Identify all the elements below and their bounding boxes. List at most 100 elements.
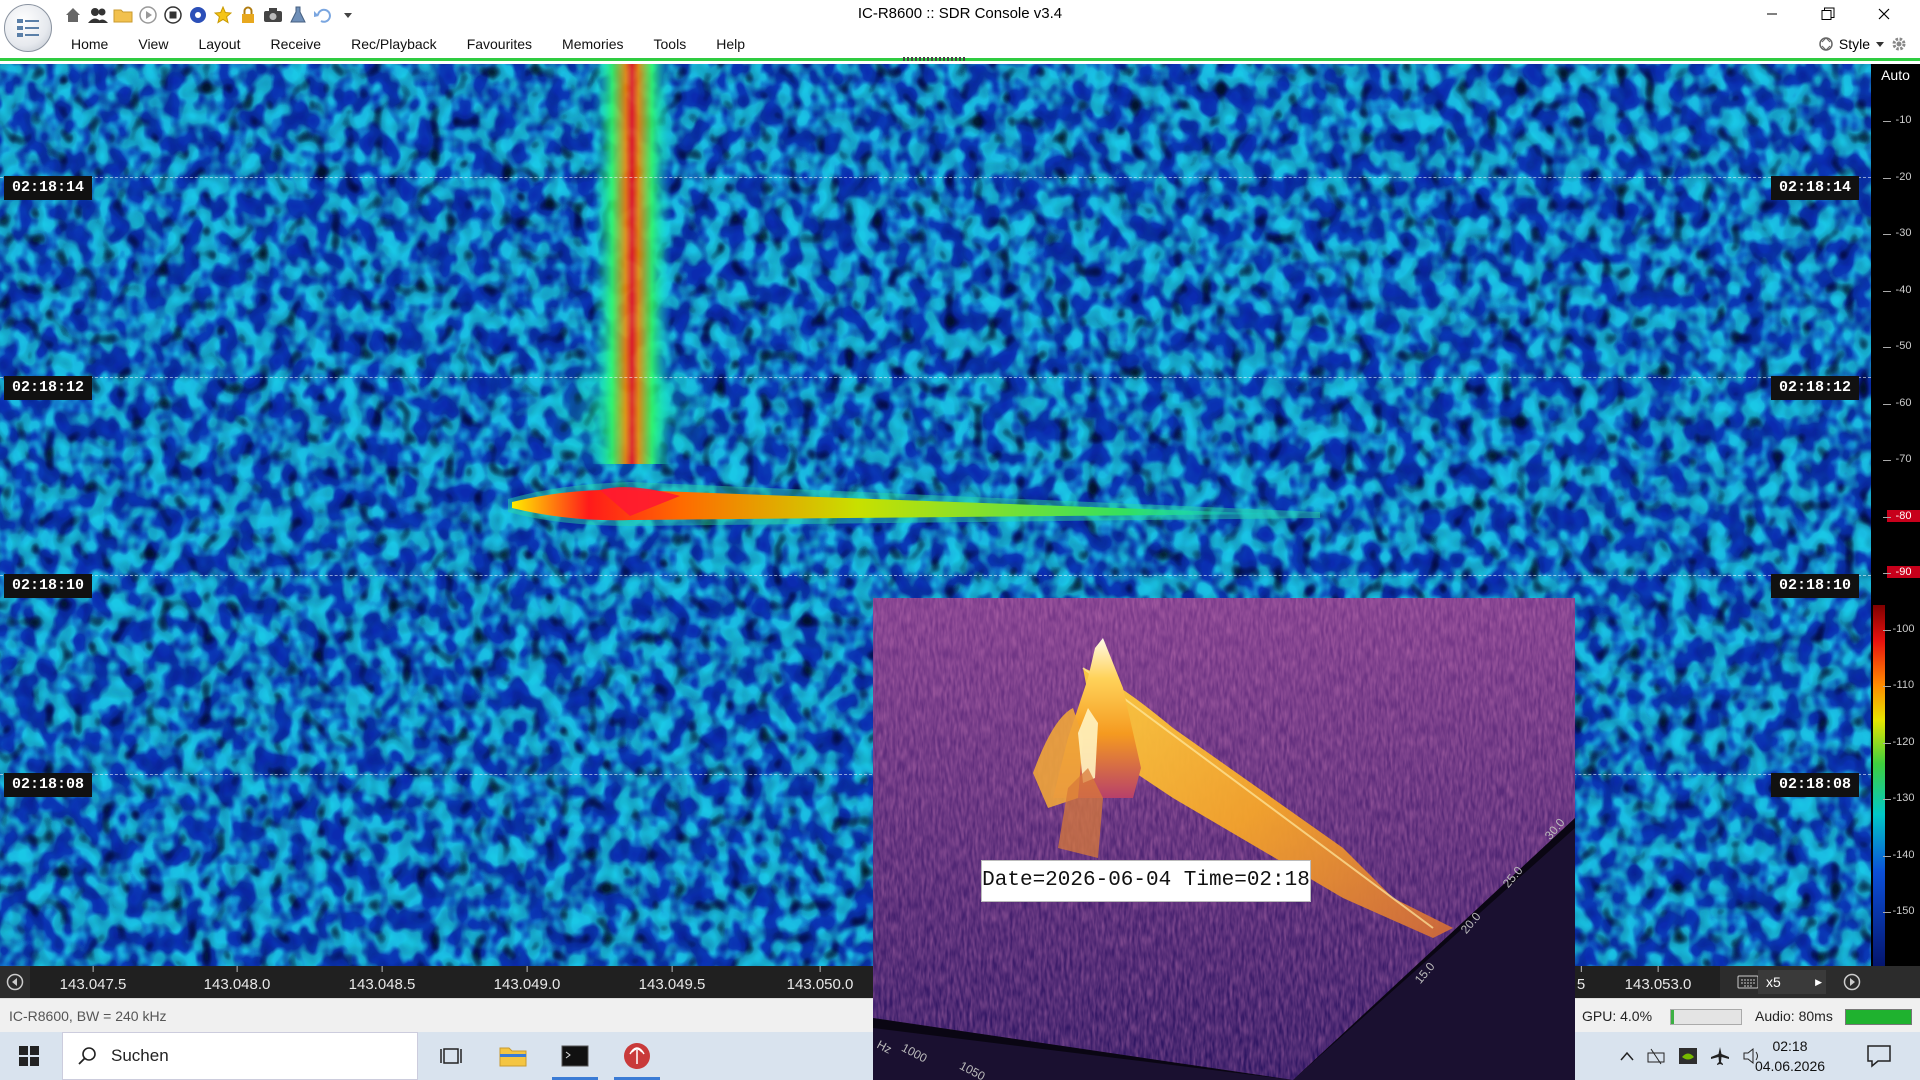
time-label-right: 02:18:08 — [1771, 773, 1860, 797]
folder-icon — [499, 1047, 527, 1067]
time-label-left: 02:18:08 — [4, 773, 93, 797]
scale-tick-label: -60 — [1883, 397, 1920, 409]
nvidia-icon[interactable] — [1678, 1047, 1698, 1065]
level-scale[interactable]: Auto -10 -20 -30 -40 -50 -60 -70 -80 -90 -100 -110… — [1871, 64, 1920, 966]
scale-tick-label: -50 — [1883, 340, 1920, 352]
frequency-tick-label: 143.047.5 — [59, 966, 127, 993]
frequency-tick-label: 143.049.5 — [638, 966, 706, 993]
menu-favourites[interactable]: Favourites — [452, 30, 547, 58]
menu-help[interactable]: Help — [701, 30, 760, 58]
span-select[interactable]: x5 — [1758, 970, 1826, 994]
scroll-right-button[interactable] — [1840, 970, 1864, 994]
quick-access-toolbar — [62, 3, 359, 27]
time-label-left: 02:18:10 — [4, 574, 93, 598]
airplane-icon[interactable] — [1710, 1046, 1730, 1066]
minimize-button[interactable] — [1744, 0, 1800, 28]
scale-tick-label: -90 — [1883, 566, 1920, 578]
terminal-icon — [561, 1045, 589, 1067]
audio-meter-fill — [1846, 1010, 1911, 1024]
search-placeholder: Suchen — [111, 1046, 169, 1065]
frequency-tick-label: 5 — [1576, 966, 1586, 993]
file-explorer-button[interactable] — [484, 1032, 542, 1080]
menu-receive[interactable]: Receive — [256, 30, 337, 58]
time-label-left: 02:18:12 — [4, 376, 93, 400]
scale-tick-label: -80 — [1883, 509, 1920, 522]
scale-tick-label: -10 — [1883, 114, 1920, 126]
start-button[interactable] — [0, 1032, 58, 1080]
task-view-icon — [440, 1048, 462, 1064]
style-label: Style — [1838, 36, 1870, 52]
restore-button[interactable] — [1800, 0, 1856, 28]
audio-status: Audio: 80ms — [1755, 1008, 1833, 1024]
terminal-button[interactable] — [546, 1032, 604, 1080]
scale-tick-label: -130 — [1883, 792, 1920, 804]
radio-status: IC-R8600, BW = 240 kHz — [9, 1008, 167, 1024]
scale-tick-label: -110 — [1883, 679, 1920, 691]
sdr-console-button[interactable] — [608, 1032, 666, 1080]
menu-tools[interactable]: Tools — [639, 30, 702, 58]
camera-icon[interactable] — [262, 4, 284, 26]
taskbar-search[interactable]: Suchen — [62, 1032, 418, 1080]
auto-scale-button[interactable]: Auto — [1871, 64, 1920, 86]
close-button[interactable] — [1856, 0, 1912, 28]
arrow-left-icon — [6, 973, 24, 991]
taskbar-clock[interactable]: 02:18 04.06.2026 — [1750, 1036, 1830, 1076]
play-icon[interactable] — [137, 4, 159, 26]
time-label-left: 02:18:14 — [4, 176, 93, 200]
scroll-left-button[interactable] — [3, 970, 27, 994]
frequency-tick-label: 143.049.0 — [493, 966, 561, 993]
search-icon — [78, 1047, 96, 1065]
frequency-tick-label: 143.053.0 — [1624, 966, 1692, 993]
style-menu[interactable]: Style — [1819, 33, 1908, 55]
undo-icon[interactable] — [312, 4, 334, 26]
scale-tick-label: -120 — [1883, 736, 1920, 748]
record-icon[interactable] — [187, 4, 209, 26]
gpu-meter — [1670, 1009, 1742, 1025]
scale-tick-label: -150 — [1883, 905, 1920, 917]
menu-view[interactable]: View — [123, 30, 183, 58]
lock-icon[interactable] — [237, 4, 259, 26]
scale-tick-label: -40 — [1883, 284, 1920, 296]
date-time-label: Date=2026-06-04 Time=02:18 — [981, 860, 1311, 902]
gpu-status: GPU: 4.0% — [1582, 1008, 1653, 1024]
frequency-tick-label: 143.048.5 — [348, 966, 416, 993]
app-menu-icon — [17, 19, 39, 37]
time-gridline — [0, 575, 1871, 576]
notification-icon[interactable] — [1866, 1044, 1892, 1068]
time-gridline — [0, 377, 1871, 378]
menu-memories[interactable]: Memories — [547, 30, 638, 58]
stop-icon[interactable] — [162, 4, 184, 26]
spectrum-3d-window[interactable]: Date=2026-06-04 Time=02:18 30.0 25.0 20.… — [873, 598, 1575, 1080]
scale-tick-label: -20 — [1883, 171, 1920, 183]
frequency-tick-label: 143.048.0 — [203, 966, 271, 993]
dropdown-icon[interactable] — [337, 4, 359, 26]
star-icon[interactable] — [212, 4, 234, 26]
gear-icon[interactable] — [1890, 35, 1908, 53]
splitter-grip[interactable] — [903, 57, 965, 61]
home-icon[interactable] — [62, 4, 84, 26]
spectrum-3d-canvas — [873, 598, 1575, 1080]
scale-tick-label: -140 — [1883, 849, 1920, 861]
system-tray — [1620, 1032, 1762, 1080]
time-label-right: 02:18:10 — [1771, 574, 1860, 598]
arrow-right-icon — [1843, 973, 1861, 991]
folder-icon[interactable] — [112, 4, 134, 26]
application-menu-button[interactable] — [4, 4, 52, 52]
frequency-tick-label: 143.050.0 — [786, 966, 854, 993]
network-adapter-icon[interactable] — [1646, 1047, 1666, 1065]
sdr-console-icon — [624, 1043, 650, 1069]
time-gridline — [0, 177, 1871, 178]
menu-home[interactable]: Home — [58, 30, 123, 58]
menu-rec-playback[interactable]: Rec/Playback — [336, 30, 452, 58]
time-label-right: 02:18:12 — [1771, 376, 1860, 400]
flask-icon[interactable] — [287, 4, 309, 26]
time-label-right: 02:18:14 — [1771, 176, 1860, 200]
menu-layout[interactable]: Layout — [183, 30, 255, 58]
gpu-meter-fill — [1671, 1010, 1674, 1024]
users-icon[interactable] — [87, 4, 109, 26]
scale-tick-label: -100 — [1883, 623, 1920, 635]
chevron-up-icon[interactable] — [1620, 1051, 1634, 1061]
clock-date: 04.06.2026 — [1754, 1058, 1826, 1074]
chevron-down-icon — [1876, 42, 1884, 47]
task-view-button[interactable] — [422, 1032, 480, 1080]
